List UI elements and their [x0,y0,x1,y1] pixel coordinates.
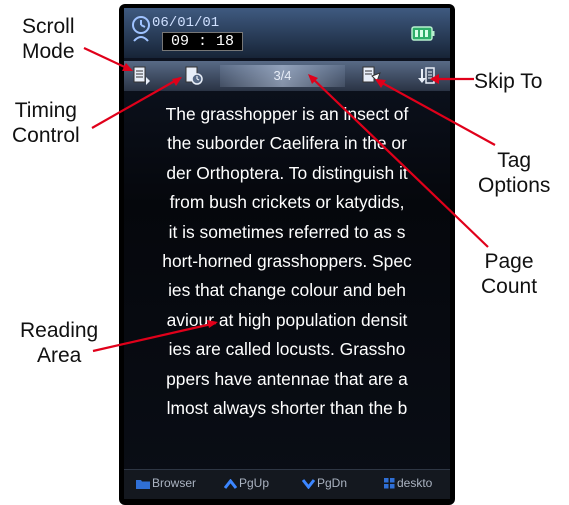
device-screen: 06/01/01 09 : 18 3/4 The grasshopper is … [124,8,450,499]
desktop-label: deskto [397,476,433,490]
pgup-label: PgUp [239,476,270,490]
desktop-button[interactable]: deskto [384,476,432,490]
folder-icon [136,480,150,490]
reading-line: hort-horned grasshoppers. Spec [162,250,412,271]
toolbar: 3/4 [124,61,450,91]
reading-line: The grasshopper is an insect of [165,104,409,124]
pgdn-label: PgDn [317,476,348,490]
callout-line: Scroll [22,15,75,38]
callout-line: Mode [22,40,75,63]
pgup-button[interactable]: PgUp [224,476,269,490]
reading-line: it is sometimes referred to as s [168,221,406,242]
callout-line: Skip To [474,70,543,93]
reading-area-callout: Reading Area [20,318,98,368]
callout-line: Count [481,275,538,298]
reading-area[interactable]: The grasshopper is an insect of the subo… [124,100,450,460]
battery-icon [411,26,435,41]
up-arrow-icon [224,478,237,489]
status-time: 09 : 18 [162,32,244,51]
callout-line: Reading [20,319,99,342]
reading-line: ies that change colour and beh [168,280,406,301]
callout-line: Control [12,124,80,147]
reading-line: the suborder Caelifera in the or [167,133,407,154]
bottom-bar: Browser PgUp PgDn deskto [124,469,450,499]
reading-line: lmost always shorter than the b [166,397,408,418]
reading-line: ies are called locusts. Grassho [168,339,406,360]
reading-line: aviour at high population densit [166,309,408,330]
tag-options-callout: Tag Options [478,148,550,198]
timing-control-callout: Timing Control [12,98,80,148]
device-frame: 06/01/01 09 : 18 3/4 The grasshopper is … [119,4,455,505]
pgdn-button[interactable]: PgDn [302,476,347,490]
browser-label: Browser [152,476,197,490]
down-arrow-icon [302,478,315,489]
scroll-mode-icon[interactable] [132,66,152,86]
clock-icon [132,16,150,42]
skip-to-icon[interactable] [416,66,436,86]
skip-to-callout: Skip To [474,69,543,94]
browser-button[interactable]: Browser [136,476,196,490]
callout-line: Timing [14,99,77,122]
timing-icon[interactable] [184,66,204,86]
callout-line: Options [478,174,551,197]
scroll-mode-callout: Scroll Mode [22,14,75,64]
callout-line: Area [36,344,82,367]
reading-line: der Orthoptera. To distinguish it [166,162,408,183]
reading-line: from bush crickets or katydids, [169,192,405,213]
grid-icon [384,478,395,489]
page-count-callout: Page Count [481,249,537,299]
tag-icon[interactable] [362,66,382,86]
status-date: 06/01/01 [152,15,220,31]
callout-line: Tag [497,149,532,172]
callout-line: Page [484,250,534,273]
status-bar: 06/01/01 09 : 18 [124,8,450,58]
page-count: 3/4 [220,65,345,87]
reading-line: ppers have antennae that are a [166,368,408,389]
